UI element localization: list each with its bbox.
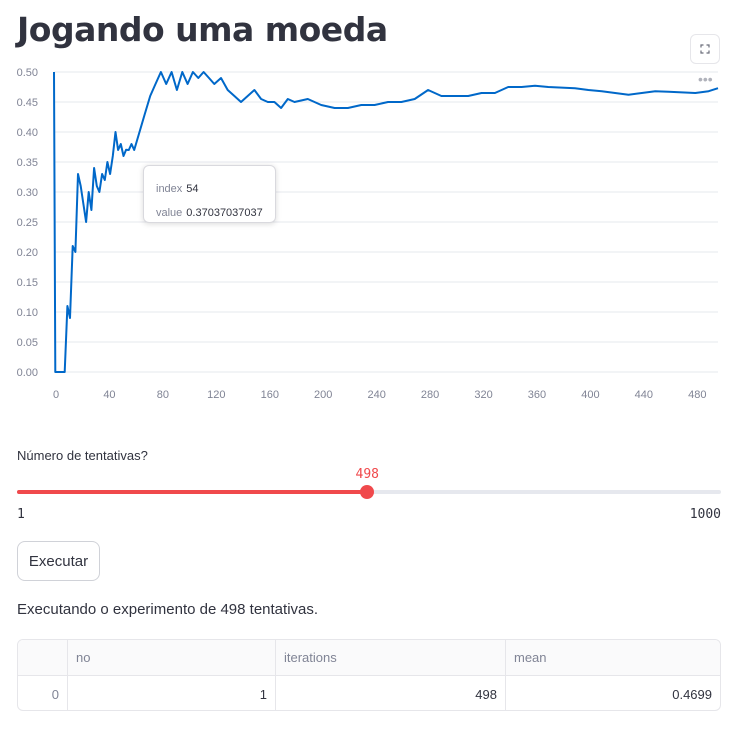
x-tick-label: 280	[421, 389, 439, 401]
column-header-no[interactable]: no	[68, 640, 276, 675]
slider-max-label: 1000	[689, 507, 721, 522]
expand-icon	[700, 44, 710, 54]
table-row: 0 1 498 0.4699	[18, 676, 720, 710]
cell-iterations[interactable]: 498	[276, 676, 506, 710]
y-tick-label: 0.10	[17, 307, 38, 319]
column-header-iterations[interactable]: iterations	[276, 640, 506, 675]
x-tick-label: 360	[528, 389, 546, 401]
slider-min-label: 1	[17, 507, 25, 522]
y-tick-label: 0.30	[17, 187, 38, 199]
table-header-row: no iterations mean	[18, 640, 720, 676]
y-tick-label: 0.25	[17, 217, 38, 229]
y-tick-label: 0.40	[17, 127, 38, 139]
x-tick-label: 80	[157, 389, 169, 401]
slider-value: 498	[355, 467, 379, 482]
slider-label: Número de tentativas?	[17, 448, 148, 463]
x-tick-label: 200	[314, 389, 332, 401]
slider-thumb[interactable]	[360, 485, 375, 499]
x-tick-label: 320	[474, 389, 492, 401]
y-tick-label: 0.15	[17, 277, 38, 289]
x-tick-label: 0	[53, 389, 59, 401]
status-text: Executando o experimento de 498 tentativ…	[17, 601, 319, 618]
tooltip-value-value: 0.37037037037	[186, 207, 263, 219]
slider-fill	[17, 490, 368, 494]
page-title: Jogando uma moeda	[17, 10, 388, 49]
y-tick-label: 0.00	[17, 367, 38, 379]
cell-mean[interactable]: 0.4699	[506, 676, 720, 710]
x-tick-label: 120	[207, 389, 225, 401]
x-tick-label: 40	[103, 389, 115, 401]
y-tick-label: 0.20	[17, 247, 38, 259]
y-tick-label: 0.45	[17, 97, 38, 109]
results-table: no iterations mean 0 1 498 0.4699	[17, 639, 721, 711]
x-tick-label: 480	[688, 389, 706, 401]
column-header-mean[interactable]: mean	[506, 640, 720, 675]
column-header-index[interactable]	[18, 640, 68, 675]
y-tick-label: 0.05	[17, 337, 38, 349]
tooltip-index-value: 54	[186, 183, 199, 195]
x-tick-label: 440	[635, 389, 653, 401]
slider-track[interactable]	[17, 485, 721, 499]
cell-no[interactable]: 1	[68, 676, 276, 710]
row-index: 0	[18, 676, 68, 710]
y-axis-ticks: 0.00 0.05 0.10 0.15 0.20 0.25 0.30 0.35 0.40 0.45…	[17, 67, 38, 379]
chart-tooltip: index 54 value 0.37037037037	[143, 165, 276, 223]
x-tick-label: 400	[581, 389, 599, 401]
y-tick-label: 0.50	[17, 67, 38, 79]
x-axis-ticks: 0 40 80 120 160 200 240 280 320 360 400 440 480	[53, 389, 707, 401]
y-tick-label: 0.35	[17, 157, 38, 169]
x-tick-label: 160	[261, 389, 279, 401]
line-chart: 0.00 0.05 0.10 0.15 0.20 0.25 0.30 0.35 0.40 0.45…	[17, 67, 719, 401]
x-tick-label: 240	[367, 389, 385, 401]
execute-button[interactable]: Executar	[17, 541, 100, 581]
tooltip-index-label: index	[156, 183, 183, 195]
tooltip-value-label: value	[156, 207, 183, 219]
